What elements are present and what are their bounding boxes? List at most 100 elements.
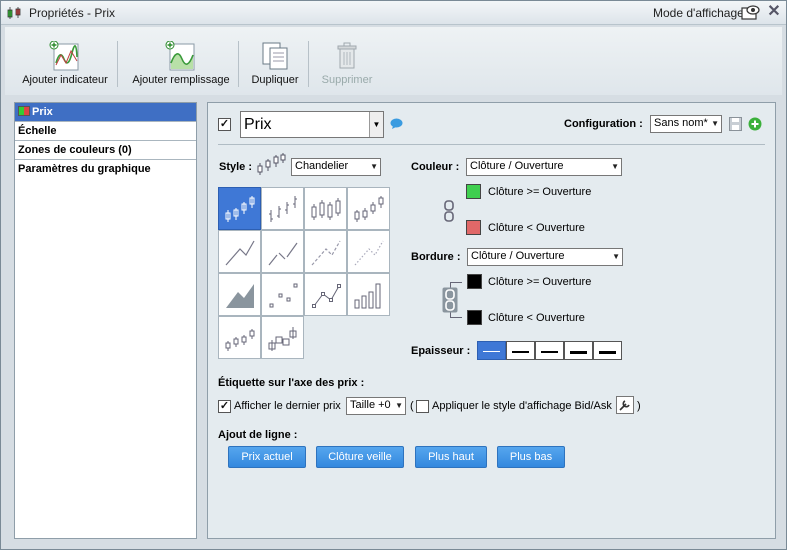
comment-icon[interactable] — [390, 118, 403, 130]
toolbar-separator — [117, 41, 118, 87]
add-line-title: Ajout de ligne : — [218, 429, 298, 441]
window-title: Propriétés - Prix — [29, 6, 116, 20]
style-select[interactable]: Chandelier ▼ — [291, 158, 381, 176]
sidebar-item-label: Échelle — [18, 125, 57, 137]
border-label: Bordure : — [411, 251, 461, 263]
size-select[interactable]: Taille +0 ▼ — [346, 397, 406, 415]
broken-line-icon — [268, 242, 298, 266]
bidask-checkbox[interactable] — [416, 400, 429, 413]
line-weight-icon — [483, 351, 500, 352]
candlestick-style-icon — [257, 153, 286, 175]
wrench-icon[interactable] — [616, 396, 634, 414]
style-option-candlestick[interactable] — [218, 187, 261, 230]
sidebar-item-color-zones[interactable]: Zones de couleurs (0) — [15, 141, 196, 160]
high-button[interactable]: Plus haut — [415, 446, 487, 468]
add-indicator-button[interactable]: Ajouter indicateur — [15, 27, 115, 95]
chevron-down-icon: ▼ — [612, 252, 620, 261]
show-last-price-checkbox[interactable]: ✓ — [218, 400, 231, 413]
color-up-label: Clôture >= Ouverture — [488, 186, 592, 198]
add-fill-icon — [165, 41, 195, 71]
candle-color-icon — [18, 106, 30, 116]
save-icon[interactable] — [729, 117, 742, 131]
line-weight-icon — [599, 351, 616, 354]
area-icon — [226, 284, 254, 308]
dotted-line-icon — [354, 240, 384, 266]
configuration-value: Sans nom* — [654, 117, 708, 129]
add-fill-button[interactable]: Ajouter remplissage — [129, 27, 233, 95]
sidebar-item-echelle[interactable]: Échelle — [15, 122, 196, 141]
style-option-dashed-line[interactable] — [304, 230, 347, 273]
points-icon — [269, 283, 298, 308]
low-button[interactable]: Plus bas — [497, 446, 565, 468]
line-weight-icon — [512, 351, 529, 353]
border-mode-value: Clôture / Ouverture — [471, 250, 565, 262]
style-option-heikin[interactable] — [347, 187, 390, 230]
add-indicator-icon — [49, 41, 79, 71]
chevron-down-icon[interactable]: ▼ — [369, 112, 383, 137]
hollow-candles-icon — [311, 198, 341, 220]
color-down-swatch[interactable] — [466, 220, 481, 235]
sidebar-item-label: Prix — [32, 106, 53, 118]
show-last-price-label: Afficher le dernier prix — [234, 400, 341, 412]
ohlc-bars-icon — [269, 196, 297, 222]
duplicate-button[interactable]: Dupliquer — [246, 27, 304, 95]
open-paren: ( — [410, 400, 414, 412]
add-indicator-label: Ajouter indicateur — [22, 74, 108, 86]
add-config-icon[interactable] — [748, 117, 762, 131]
thickness-3[interactable] — [535, 341, 564, 360]
series-name-input[interactable]: Prix ▼ — [240, 111, 384, 138]
line-weight-icon — [570, 351, 587, 354]
properties-window: Propriétés - Prix Mode d'affichage ✕ Ajo… — [0, 0, 787, 550]
columns-icon — [354, 283, 381, 309]
renko-icon — [268, 327, 297, 351]
size-value: Taille +0 — [350, 399, 391, 411]
style-option-ohlc[interactable] — [261, 187, 304, 230]
previous-close-button[interactable]: Clôture veille — [316, 446, 404, 468]
chevron-down-icon: ▼ — [395, 401, 403, 410]
style-option-step-line[interactable] — [261, 230, 304, 273]
style-option-line[interactable] — [218, 230, 261, 273]
display-mode-icon[interactable] — [741, 4, 761, 22]
style-label: Style : — [219, 161, 253, 173]
style-option-dotted-line[interactable] — [347, 230, 390, 273]
toolbar-separator — [308, 41, 309, 87]
color-mode-select[interactable]: Clôture / Ouverture ▼ — [466, 158, 622, 176]
divider — [218, 144, 765, 145]
configuration-label: Configuration : — [564, 118, 643, 130]
style-option-columns[interactable] — [347, 273, 390, 316]
thickness-2[interactable] — [506, 341, 535, 360]
sidebar-item-chart-settings[interactable]: Paramètres du graphique — [15, 160, 196, 179]
style-option-area[interactable] — [218, 273, 261, 316]
border-down-swatch[interactable] — [467, 310, 482, 325]
delete-button[interactable]: Supprimer — [316, 27, 378, 95]
chevron-down-icon: ▼ — [370, 162, 378, 171]
heikin-ashi-icon — [354, 196, 384, 222]
link-chain-icon[interactable] — [442, 287, 458, 313]
display-mode-label: Mode d'affichage — [653, 6, 744, 20]
color-up-swatch[interactable] — [466, 184, 481, 199]
configuration-select[interactable]: Sans nom* ▼ — [650, 115, 722, 133]
series-name-value: Prix — [244, 116, 272, 133]
thickness-1[interactable] — [477, 341, 506, 360]
current-price-button[interactable]: Prix actuel — [228, 446, 306, 468]
close-icon[interactable]: ✕ — [766, 4, 782, 20]
style-option-renko[interactable] — [261, 316, 304, 359]
border-mode-select[interactable]: Clôture / Ouverture ▼ — [467, 248, 623, 266]
style-option-points[interactable] — [261, 273, 304, 316]
candlestick-icon — [225, 196, 255, 222]
toolbar: Ajouter indicateur Ajouter remplissage D… — [5, 27, 782, 95]
sidebar-item-label: Paramètres du graphique — [18, 163, 151, 175]
style-option-candles-alt[interactable] — [218, 316, 261, 359]
style-option-line-markers[interactable] — [304, 273, 347, 316]
style-option-hollow-candles[interactable] — [304, 187, 347, 230]
enable-checkbox[interactable]: ✓ — [218, 118, 231, 131]
thickness-5[interactable] — [593, 341, 622, 360]
duplicate-icon — [262, 42, 288, 70]
add-fill-label: Ajouter remplissage — [132, 74, 230, 86]
price-axis-title: Étiquette sur l'axe des prix : — [218, 377, 365, 389]
border-up-swatch[interactable] — [467, 274, 482, 289]
sidebar-item-prix[interactable]: Prix — [15, 103, 196, 122]
color-down-label: Clôture < Ouverture — [488, 222, 585, 234]
link-chain-icon[interactable] — [443, 200, 455, 222]
thickness-4[interactable] — [564, 341, 593, 360]
